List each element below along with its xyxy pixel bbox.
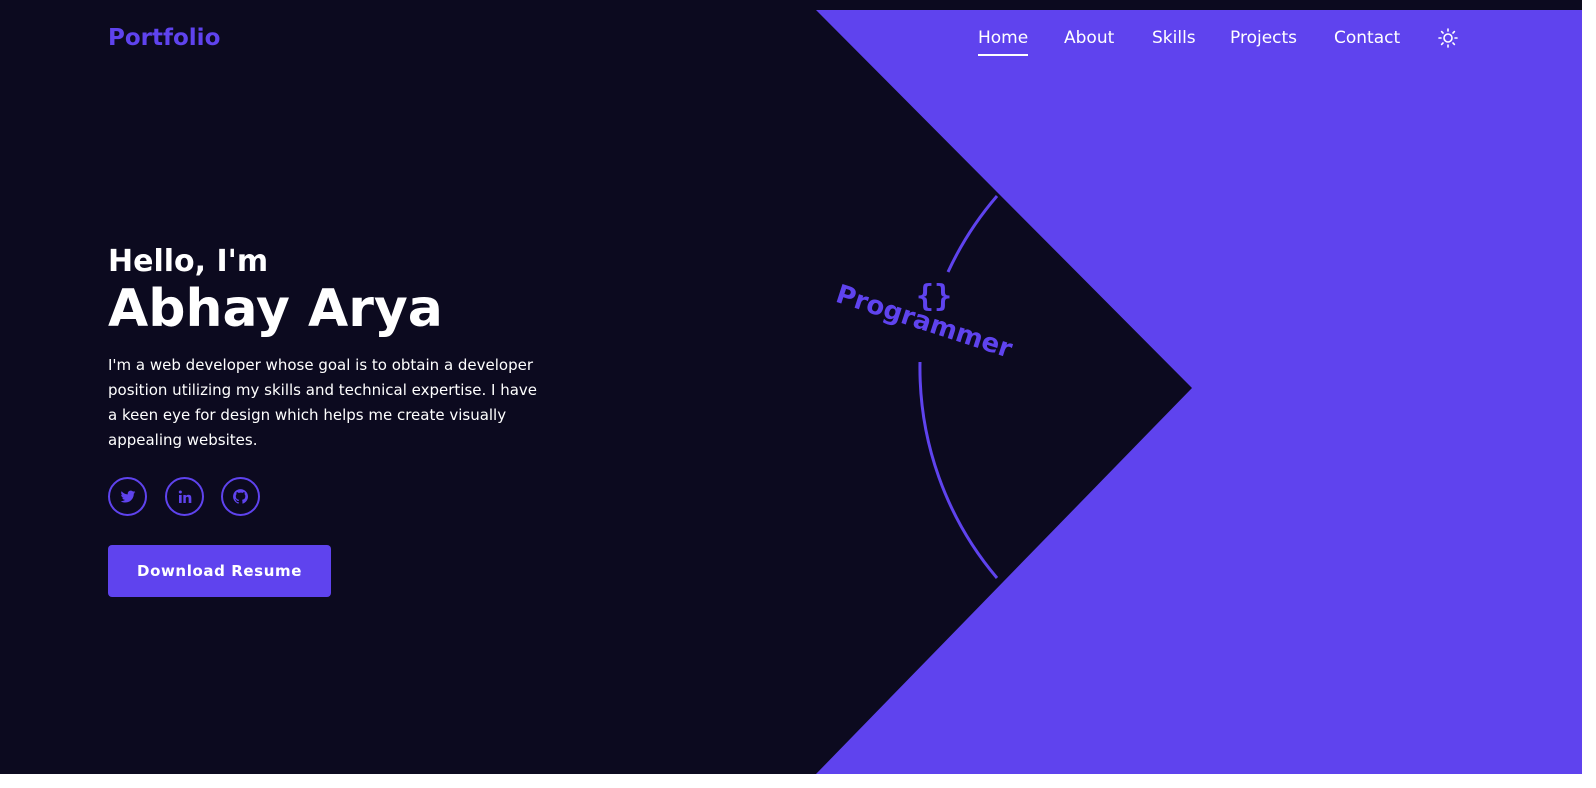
- download-resume-button[interactable]: Download Resume: [108, 545, 331, 597]
- nav-link-skills[interactable]: Skills: [1152, 26, 1196, 50]
- nav-link-about[interactable]: About: [1064, 26, 1114, 50]
- hero-greeting: Hello, I'm: [108, 244, 269, 279]
- hero-name: Abhay Arya: [108, 279, 443, 339]
- linkedin-link[interactable]: [165, 477, 204, 516]
- purple-chevron-shape: [816, 10, 1582, 774]
- linkedin-icon: [178, 489, 191, 503]
- page: {} Programmer Portfolio Home About Skill…: [0, 0, 1596, 788]
- nav-link-projects[interactable]: Projects: [1230, 26, 1297, 50]
- logo[interactable]: Portfolio: [108, 22, 220, 54]
- arc-lower: [918, 361, 999, 579]
- theme-toggle-button[interactable]: [1438, 28, 1458, 48]
- github-link[interactable]: [221, 477, 260, 516]
- nav-link-contact[interactable]: Contact: [1334, 26, 1400, 50]
- twitter-icon: [120, 490, 135, 503]
- hero-section: {} Programmer Portfolio Home About Skill…: [0, 0, 1582, 774]
- sun-icon: [1438, 28, 1458, 48]
- twitter-link[interactable]: [108, 477, 147, 516]
- hero-bio: I'm a web developer whose goal is to obt…: [108, 356, 538, 449]
- arc-upper: [946, 195, 999, 273]
- nav-link-home[interactable]: Home: [978, 26, 1029, 56]
- github-icon: [233, 489, 249, 504]
